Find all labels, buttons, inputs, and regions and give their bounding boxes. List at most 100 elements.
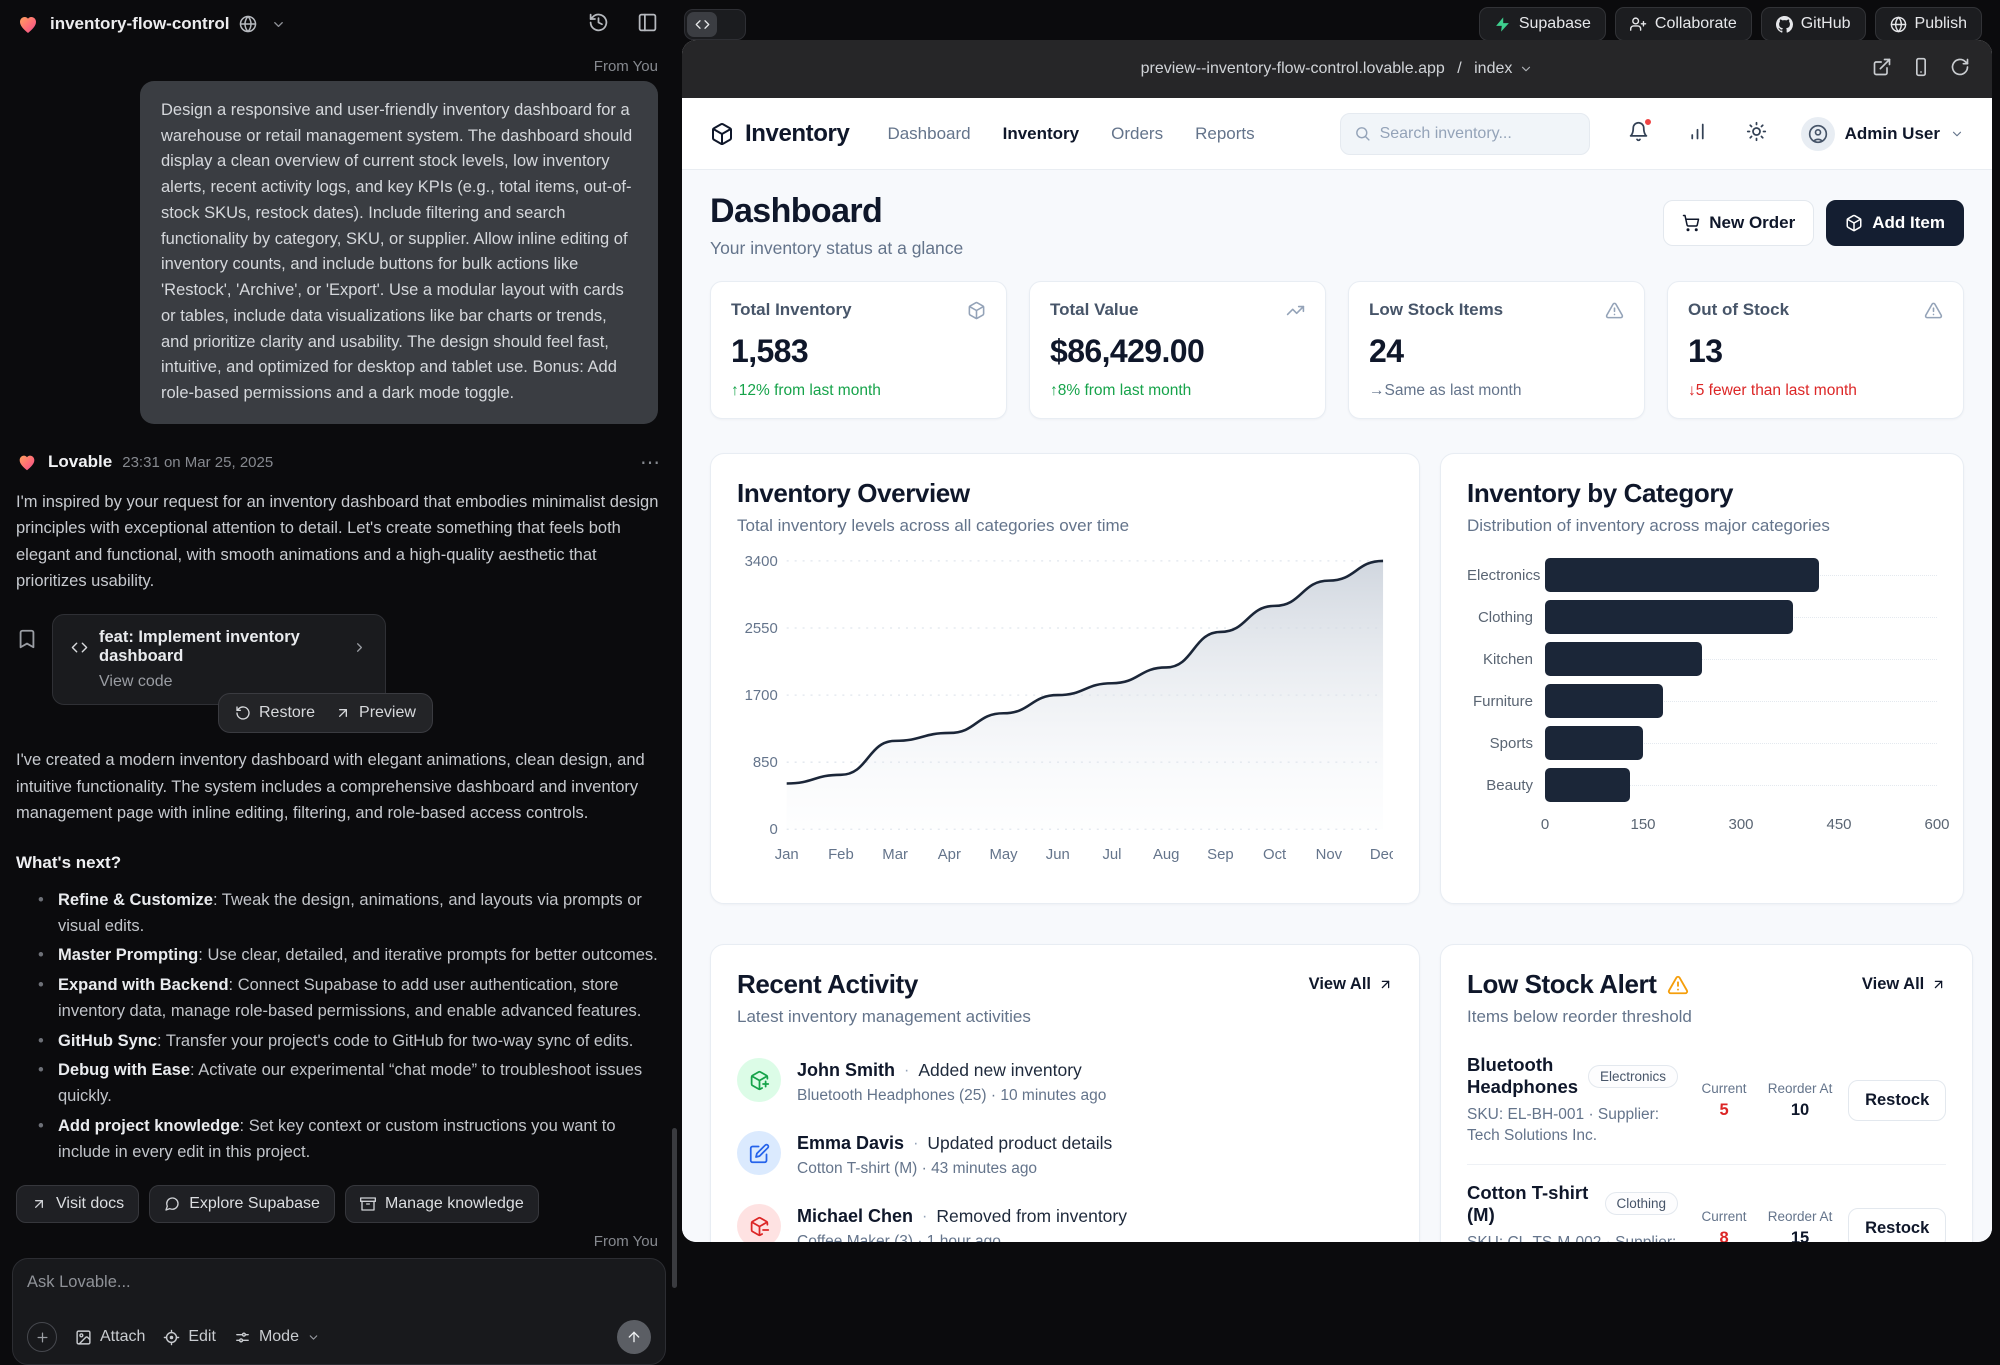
bar-label: Electronics	[1467, 567, 1545, 584]
nav-dashboard[interactable]: Dashboard	[887, 124, 970, 144]
nav-inventory[interactable]: Inventory	[1003, 124, 1080, 144]
view-all-low-stock-link[interactable]: View All	[1862, 975, 1946, 994]
add-item-button[interactable]: Add Item	[1826, 200, 1964, 246]
trending-up-icon	[1286, 301, 1305, 320]
activity-row[interactable]: Emma Davis·Updated product details Cotto…	[737, 1118, 1393, 1191]
x-tick-label: Mar	[882, 847, 908, 863]
version-card[interactable]: feat: Implement inventory dashboard View…	[52, 614, 386, 705]
y-tick-label: 1700	[745, 688, 778, 704]
bar	[1545, 768, 1630, 802]
project-menu[interactable]: inventory-flow-control	[0, 12, 286, 36]
target-icon	[163, 1329, 180, 1346]
publish-button[interactable]: Publish	[1875, 7, 1982, 41]
stats-button[interactable]	[1687, 121, 1708, 147]
assistant-name: Lovable	[48, 452, 112, 472]
bar-row: Beauty	[1467, 764, 1937, 806]
low-stock-alert-card: Low Stock Alert Items below reorder thre…	[1440, 944, 1973, 1242]
commit-code-icon	[71, 639, 88, 656]
commit-title: feat: Implement inventory dashboard	[99, 628, 337, 666]
github-button[interactable]: GitHub	[1761, 7, 1866, 41]
x-tick-label: Oct	[1263, 847, 1287, 863]
search-input[interactable]	[1380, 125, 1560, 143]
x-tick-label: Dec	[1370, 847, 1393, 863]
search-icon	[1354, 125, 1371, 142]
restock-button[interactable]: Restock	[1848, 1208, 1946, 1242]
theme-toggle[interactable]	[1746, 121, 1767, 147]
x-tick-label: Sep	[1207, 847, 1234, 863]
mode-dropdown[interactable]: Mode	[234, 1328, 320, 1346]
bar	[1545, 600, 1793, 634]
nav-reports[interactable]: Reports	[1195, 124, 1255, 144]
activity-row[interactable]: John Smith·Added new inventory Bluetooth…	[737, 1045, 1393, 1118]
arrow-up-right-icon	[335, 705, 351, 721]
open-external-icon[interactable]	[1872, 57, 1892, 77]
chevron-down-icon[interactable]	[271, 17, 286, 32]
mobile-view-icon[interactable]	[1911, 57, 1931, 77]
message-menu-icon[interactable]: ⋯	[640, 450, 662, 475]
edit-select-button[interactable]: Edit	[163, 1328, 216, 1346]
chart-title: Inventory by Category	[1467, 478, 1937, 509]
from-you-label: From You	[20, 58, 658, 75]
user-menu[interactable]: Admin User	[1801, 117, 1964, 151]
chat-scrollbar[interactable]	[672, 1128, 677, 1288]
package-plus-icon	[737, 1058, 781, 1102]
category-badge: Clothing	[1605, 1192, 1679, 1215]
kpi-delta: ↑8% from last month	[1050, 382, 1305, 400]
preview-button[interactable]: Preview	[335, 704, 416, 722]
brand[interactable]: Inventory	[710, 120, 849, 148]
x-tick-label: Jul	[1102, 847, 1121, 863]
message-timestamp: 23:31 on Mar 25, 2025	[122, 454, 273, 471]
section-title: Recent Activity	[737, 969, 1031, 1000]
package-icon	[967, 301, 986, 320]
category-badge: Electronics	[1588, 1065, 1678, 1088]
new-order-button[interactable]: New Order	[1663, 200, 1814, 246]
bookmark-icon[interactable]	[16, 628, 38, 650]
restore-button[interactable]: Restore	[235, 704, 315, 722]
chat-input[interactable]	[27, 1273, 651, 1313]
manage-knowledge-button[interactable]: Manage knowledge	[345, 1185, 539, 1223]
notifications-button[interactable]	[1628, 121, 1649, 147]
list-item: Expand with Backend: Connect Supabase to…	[38, 972, 662, 1025]
package-minus-icon	[737, 1204, 781, 1242]
package-icon	[1845, 214, 1863, 232]
view-all-activity-link[interactable]: View All	[1309, 975, 1393, 994]
avatar	[1801, 117, 1835, 151]
add-attachment-button[interactable]	[27, 1322, 57, 1352]
bar	[1545, 684, 1663, 718]
restock-button[interactable]: Restock	[1848, 1080, 1946, 1121]
low-stock-row: Cotton T-shirt (M)Clothing SKU: CL-TS-M-…	[1467, 1165, 1946, 1242]
nav-orders[interactable]: Orders	[1111, 124, 1163, 144]
kpi-value: 24	[1369, 333, 1624, 370]
panel-toggle-icon[interactable]	[637, 12, 658, 33]
section-subtitle: Latest inventory management activities	[737, 1007, 1031, 1027]
chart-title: Inventory Overview	[737, 478, 1393, 509]
x-tick-label: 150	[1630, 816, 1655, 833]
activity-row[interactable]: Michael Chen·Removed from inventory Coff…	[737, 1191, 1393, 1242]
explore-supabase-button[interactable]: Explore Supabase	[149, 1185, 335, 1223]
kpi-total-value: Total Value $86,429.00 ↑8% from last mon…	[1029, 281, 1326, 419]
preview-url-bar: preview--inventory-flow-control.lovable.…	[682, 40, 1992, 98]
sun-icon	[1746, 121, 1767, 142]
send-button[interactable]	[617, 1320, 651, 1354]
list-item: GitHub Sync: Transfer your project's cod…	[38, 1028, 662, 1054]
preview-url[interactable]: preview--inventory-flow-control.lovable.…	[1141, 60, 1534, 78]
bar-row: Furniture	[1467, 680, 1937, 722]
attach-button[interactable]: Attach	[75, 1328, 145, 1346]
collaborate-button[interactable]: Collaborate	[1615, 7, 1752, 41]
search-box[interactable]	[1340, 113, 1590, 155]
x-tick-label: Feb	[828, 847, 854, 863]
history-icon[interactable]	[588, 12, 609, 33]
view-code-link[interactable]: View code	[99, 673, 367, 691]
kpi-value: 13	[1688, 333, 1943, 370]
visit-docs-button[interactable]: Visit docs	[16, 1185, 139, 1223]
chart-subtitle: Distribution of inventory across major c…	[1467, 516, 1937, 536]
main-nav: Dashboard Inventory Orders Reports	[887, 124, 1254, 144]
x-tick-label: 600	[1924, 816, 1949, 833]
whats-next-heading: What's next?	[16, 853, 662, 873]
chevron-down-icon	[307, 1331, 320, 1344]
refresh-icon[interactable]	[1950, 57, 1970, 77]
code-view-toggle[interactable]	[684, 9, 746, 40]
supabase-button[interactable]: Supabase	[1479, 7, 1606, 41]
bar-row: Electronics	[1467, 554, 1937, 596]
user-message-bubble: Design a responsive and user-friendly in…	[140, 81, 658, 424]
